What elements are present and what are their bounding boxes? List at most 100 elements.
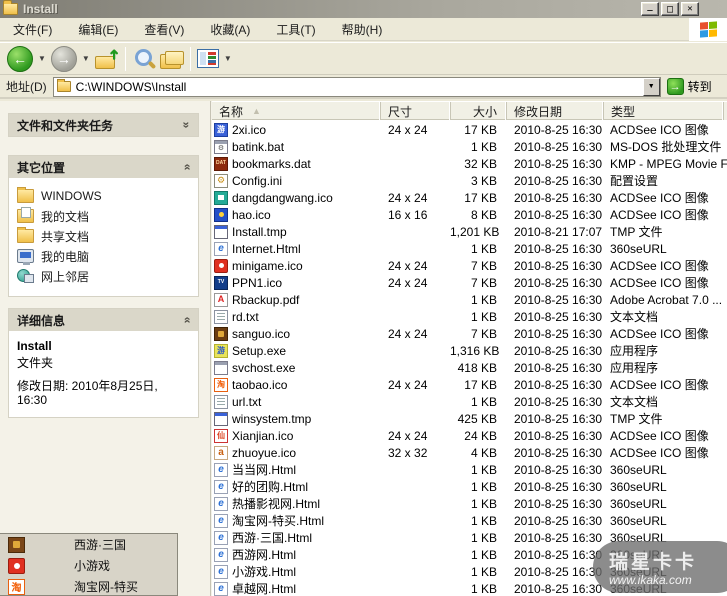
minimize-button[interactable]: [641, 2, 659, 16]
file-size-cell: 4 KB: [450, 446, 506, 460]
folders-button[interactable]: [158, 50, 186, 68]
file-name-label: 淘宝网-特买.Html: [232, 512, 324, 529]
explorer-window: Install 文件(F)编辑(E)查看(V)收藏(A)工具(T)帮助(H) ←…: [0, 0, 727, 596]
address-dropdown-button[interactable]: ▼: [643, 78, 660, 96]
toolbar-separator: [125, 47, 126, 71]
file-row[interactable]: rd.txt1 KB2010-8-25 16:30文本文档: [212, 308, 727, 325]
file-name-cell: 小游戏.Html: [212, 563, 380, 580]
file-row[interactable]: hao.ico16 x 168 KB2010-8-25 16:30ACDSee …: [212, 206, 727, 223]
window-title: Install: [23, 2, 58, 16]
maximize-button[interactable]: [661, 2, 679, 16]
search-button[interactable]: [130, 47, 158, 71]
file-dimensions-cell: 24 x 24: [380, 429, 450, 443]
file-name-cell: Install.tmp: [212, 225, 380, 239]
folders-icon: [160, 50, 184, 68]
ie-file-icon: [214, 463, 228, 477]
sidebar-item-my-computer[interactable]: 我的电脑: [17, 246, 192, 266]
column-header-modified[interactable]: 修改日期: [507, 102, 604, 120]
column-header-size[interactable]: 大小: [451, 102, 507, 120]
file-modified-cell: 2010-8-25 16:30: [506, 463, 603, 477]
file-row[interactable]: Install.tmp1,201 KB2010-8-21 17:07TMP 文件: [212, 223, 727, 240]
file-row[interactable]: sanguo.ico24 x 247 KB2010-8-25 16:30ACDS…: [212, 325, 727, 342]
close-button[interactable]: [681, 2, 699, 16]
chevron-up-icon[interactable]: »: [180, 317, 194, 324]
file-row[interactable]: PPN1.ico24 x 247 KB2010-8-25 16:30ACDSee…: [212, 274, 727, 291]
menu-item-3[interactable]: 收藏(A): [197, 21, 263, 38]
column-header-dim[interactable]: 尺寸: [381, 102, 451, 120]
file-name-label: 西游·三国.Html: [232, 529, 312, 546]
sanguo-file-icon: [214, 327, 228, 341]
file-row[interactable]: 卓越网.Html1 KB2010-8-25 16:30360seURL: [212, 580, 727, 596]
address-input[interactable]: C:\WINDOWS\Install ▼: [53, 77, 661, 97]
task-sidebar: 文件和文件夹任务 » 其它位置 » WINDOWS我的文档共享文档我的电脑网上邻…: [0, 101, 211, 596]
file-name-label: hao.ico: [232, 208, 271, 222]
panel-details-header[interactable]: 详细信息 »: [9, 309, 198, 331]
chevron-down-icon[interactable]: »: [180, 122, 194, 129]
file-size-cell: 17 KB: [450, 378, 506, 392]
file-row[interactable]: minigame.ico24 x 247 KB2010-8-25 16:30AC…: [212, 257, 727, 274]
column-header-name[interactable]: 名称▲: [212, 102, 381, 120]
menu-item-0[interactable]: 文件(F): [0, 21, 65, 38]
amazon-file-icon: [214, 446, 228, 460]
back-button[interactable]: ←: [5, 46, 35, 72]
file-row[interactable]: svchost.exe418 KB2010-8-25 16:30应用程序: [212, 359, 727, 376]
file-row[interactable]: winsystem.tmp425 KB2010-8-25 16:30TMP 文件: [212, 410, 727, 427]
file-row[interactable]: batink.bat1 KB2010-8-25 16:30MS-DOS 批处理文…: [212, 138, 727, 155]
file-row[interactable]: zhuoyue.ico32 x 324 KB2010-8-25 16:30ACD…: [212, 444, 727, 461]
file-row[interactable]: 好的团购.Html1 KB2010-8-25 16:30360seURL: [212, 478, 727, 495]
menu-item-5[interactable]: 帮助(H): [329, 21, 396, 38]
file-name-cell: batink.bat: [212, 140, 380, 154]
file-row[interactable]: 当当网.Html1 KB2010-8-25 16:30360seURL: [212, 461, 727, 478]
popup-menu-item[interactable]: 西游·三国: [0, 534, 177, 555]
file-row[interactable]: Setup.exe1,316 KB2010-8-25 16:30应用程序: [212, 342, 727, 359]
menu-bar: 文件(F)编辑(E)查看(V)收藏(A)工具(T)帮助(H): [0, 18, 727, 41]
file-modified-cell: 2010-8-25 16:30: [506, 259, 603, 273]
file-row[interactable]: Xianjian.ico24 x 2424 KB2010-8-25 16:30A…: [212, 427, 727, 444]
back-dropdown-caret-icon[interactable]: ▼: [35, 54, 49, 63]
other-places-list: WINDOWS我的文档共享文档我的电脑网上邻居: [9, 178, 198, 296]
file-row[interactable]: url.txt1 KB2010-8-25 16:30文本文档: [212, 393, 727, 410]
file-name-label: 2xi.ico: [232, 123, 266, 137]
file-row[interactable]: 淘宝网-特买.Html1 KB2010-8-25 16:30360seURL: [212, 512, 727, 529]
sidebar-item-my-documents[interactable]: 我的文档: [17, 206, 192, 226]
file-size-cell: 24 KB: [450, 429, 506, 443]
forward-dropdown-caret-icon[interactable]: ▼: [79, 54, 93, 63]
file-row[interactable]: taobao.ico24 x 2417 KB2010-8-25 16:30ACD…: [212, 376, 727, 393]
file-row[interactable]: 2xi.ico24 x 2417 KB2010-8-25 16:30ACDSee…: [212, 121, 727, 138]
views-dropdown-caret-icon[interactable]: ▼: [221, 54, 235, 63]
file-name-label: Setup.exe: [232, 344, 286, 358]
column-header-type[interactable]: 类型: [604, 102, 724, 120]
file-row[interactable]: Internet.Html1 KB2010-8-25 16:30360seURL: [212, 240, 727, 257]
go-button[interactable]: → 转到: [667, 78, 712, 95]
column-headers: 名称▲尺寸大小修改日期类型: [212, 102, 727, 120]
app-file-icon: [214, 361, 228, 375]
panel-file-tasks-header[interactable]: 文件和文件夹任务 »: [9, 114, 198, 136]
menu-item-4[interactable]: 工具(T): [263, 21, 328, 38]
chevron-up-icon[interactable]: »: [180, 164, 194, 171]
sidebar-item-network-places[interactable]: 网上邻居: [17, 266, 192, 286]
views-button[interactable]: [195, 49, 221, 68]
file-size-cell: 1 KB: [450, 463, 506, 477]
txt-file-icon: [214, 395, 228, 409]
forward-button[interactable]: →: [49, 46, 79, 72]
file-row[interactable]: 热播影视网.Html1 KB2010-8-25 16:30360seURL: [212, 495, 727, 512]
file-row[interactable]: Config.ini3 KB2010-8-25 16:30配置设置: [212, 172, 727, 189]
file-row[interactable]: 西游·三国.Html1 KB2010-8-25 16:30360seURL: [212, 529, 727, 546]
sidebar-item-folder[interactable]: WINDOWS: [17, 186, 192, 206]
popup-menu-item[interactable]: 小游戏: [0, 555, 177, 576]
file-name-cell: bookmarks.dat: [212, 157, 380, 171]
file-row[interactable]: bookmarks.dat32 KB2010-8-25 16:30KMP - M…: [212, 155, 727, 172]
file-modified-cell: 2010-8-25 16:30: [506, 378, 603, 392]
file-dimensions-cell: 16 x 16: [380, 208, 450, 222]
sidebar-item-shared-documents[interactable]: 共享文档: [17, 226, 192, 246]
menu-item-1[interactable]: 编辑(E): [65, 21, 131, 38]
file-row[interactable]: Rbackup.pdf1 KB2010-8-25 16:30Adobe Acro…: [212, 291, 727, 308]
title-bar[interactable]: Install: [0, 0, 727, 18]
panel-other-places-header[interactable]: 其它位置 »: [9, 156, 198, 178]
file-row[interactable]: 西游网.Html1 KB2010-8-25 16:30360seURL: [212, 546, 727, 563]
menu-item-2[interactable]: 查看(V): [131, 21, 197, 38]
file-row[interactable]: 小游戏.Html1 KB2010-8-25 16:30360seURL: [212, 563, 727, 580]
file-row[interactable]: dangdangwang.ico24 x 2417 KB2010-8-25 16…: [212, 189, 727, 206]
popup-menu-item[interactable]: 淘宝网-特买: [0, 576, 177, 596]
up-button[interactable]: [93, 49, 121, 69]
